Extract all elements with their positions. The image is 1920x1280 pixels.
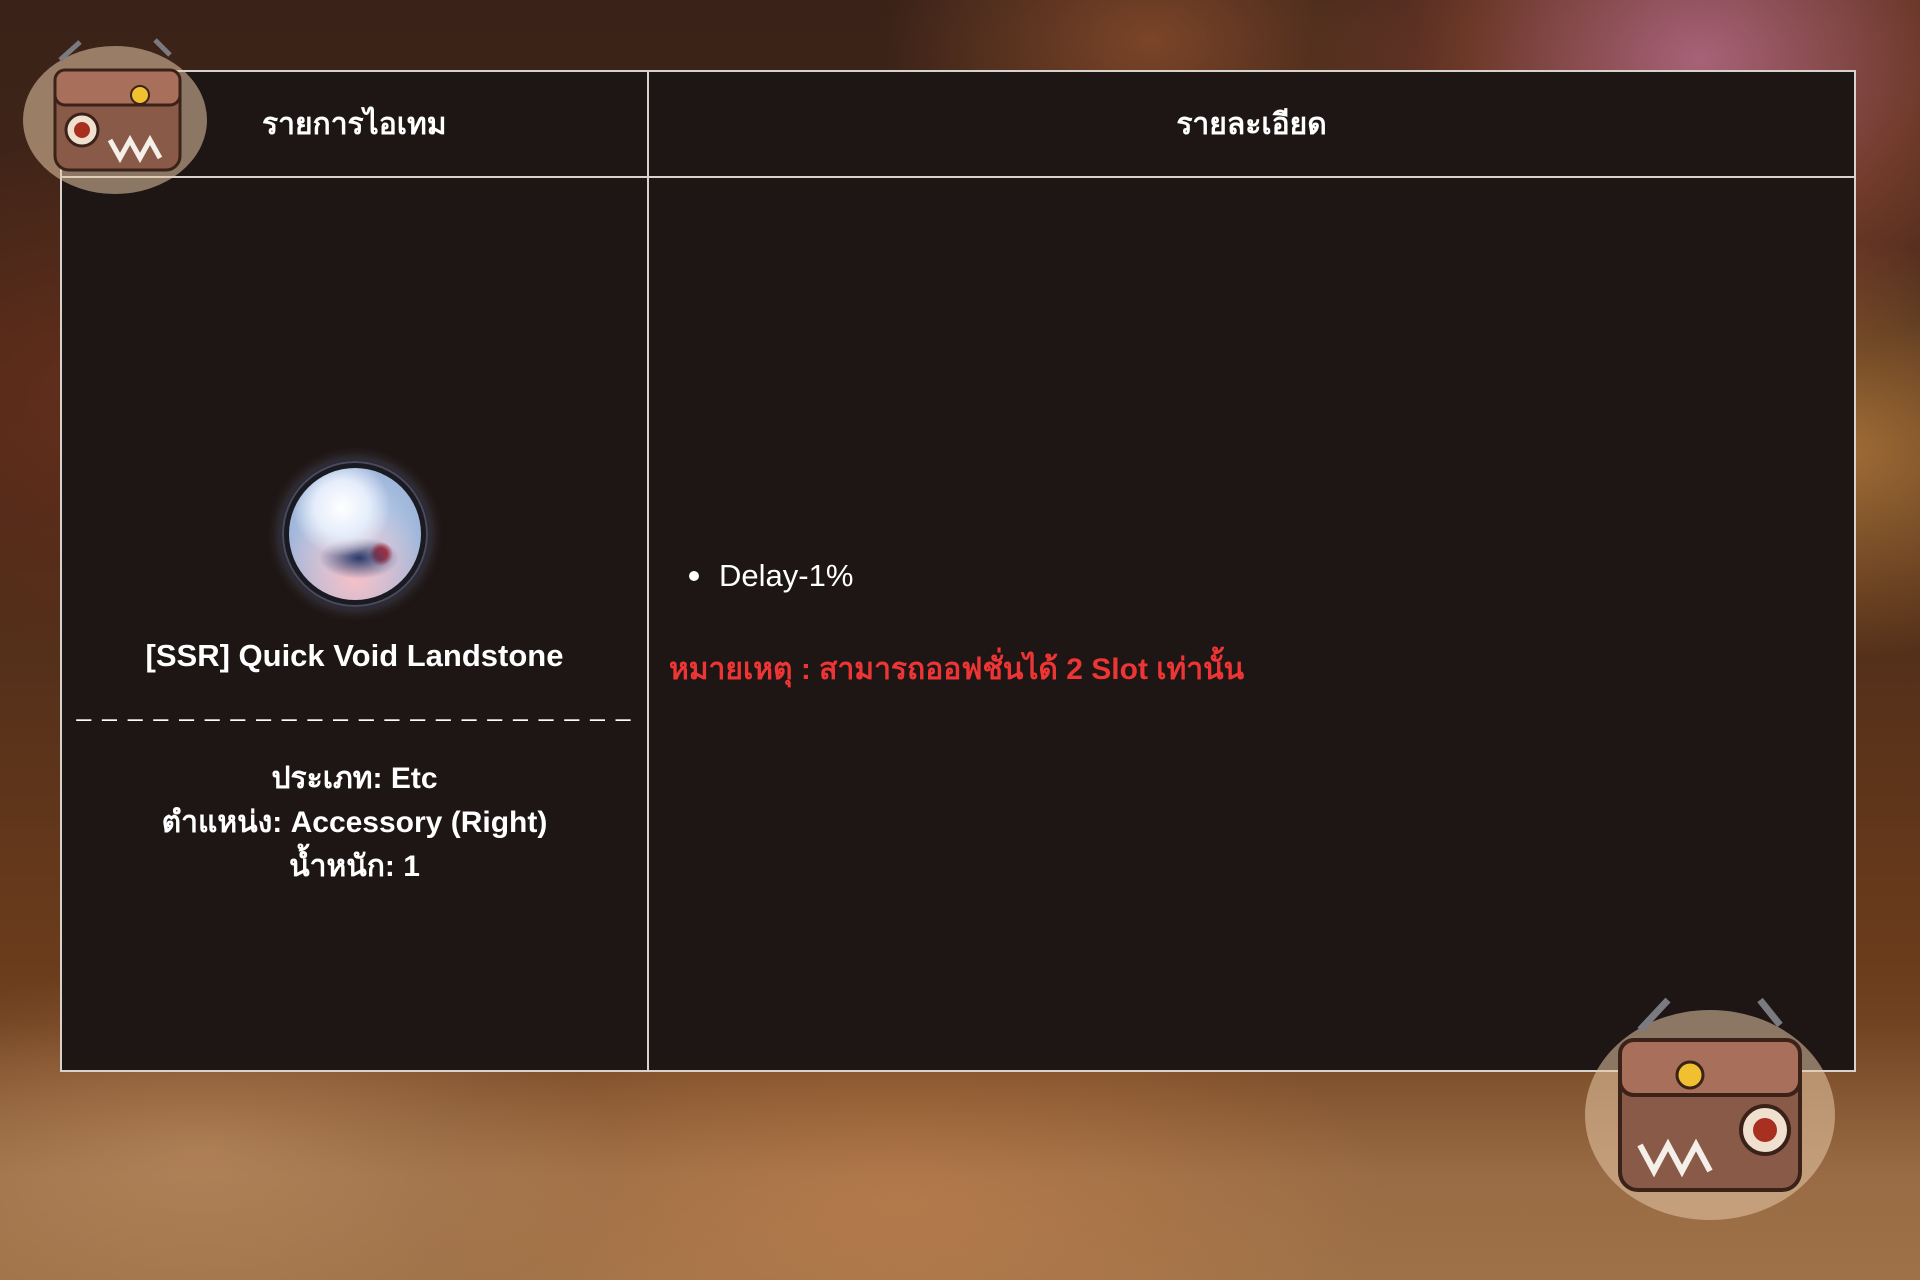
header-items: รายการไอเทม <box>262 107 447 141</box>
item-weight: น้ำหนัก: 1 <box>289 850 420 883</box>
item-name: [SSR] Quick Void Landstone <box>145 638 564 673</box>
details-column: Delay-1% หมายเหตุ : สามารถออฟชั่นได้ 2 S… <box>649 178 1854 1070</box>
item-properties: ประเภท: Etc ตำแหน่ง: Accessory (Right) น… <box>162 757 548 889</box>
item-separator: _ _ _ _ _ _ _ _ _ _ _ _ _ _ _ _ _ _ _ _ … <box>76 692 633 722</box>
effect-item: Delay-1% <box>689 558 853 594</box>
item-info-table: รายการไอเทม รายละเอียด [SSR] Quick Void … <box>60 70 1856 1072</box>
option-note: หมายเหตุ : สามารถออฟชั่นได้ 2 Slot เท่าน… <box>669 653 1245 686</box>
mimic-chest-icon <box>23 38 207 194</box>
item-icon-frame <box>278 458 431 610</box>
void-landstone-orb-icon <box>288 468 421 600</box>
item-column: [SSR] Quick Void Landstone _ _ _ _ _ _ _… <box>62 178 647 1070</box>
header-details: รายละเอียด <box>1176 107 1327 141</box>
effect-text: Delay-1% <box>719 558 854 593</box>
bullet-icon <box>689 571 699 581</box>
mimic-chest-icon <box>1585 997 1835 1220</box>
item-position: ตำแหน่ง: Accessory (Right) <box>161 806 548 839</box>
item-type: ประเภท: Etc <box>271 762 438 795</box>
